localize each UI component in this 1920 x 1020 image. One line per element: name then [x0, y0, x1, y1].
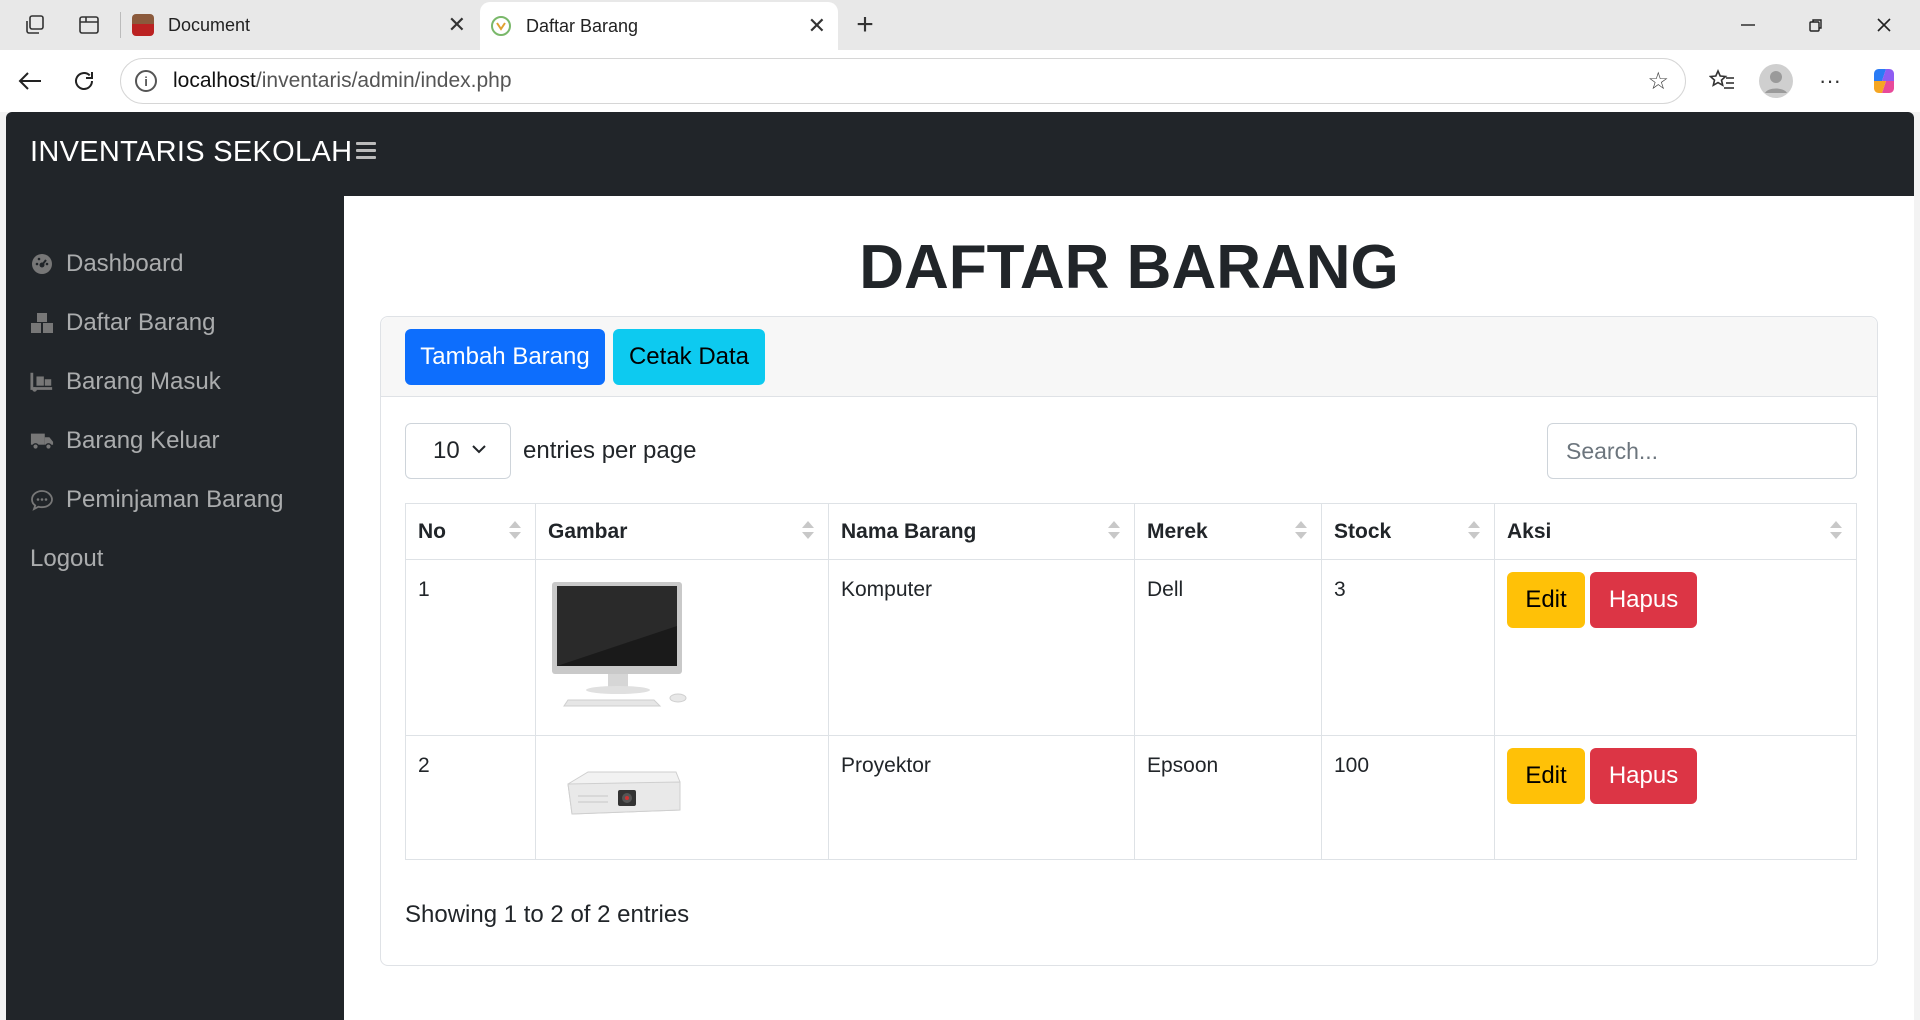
items-card: Tambah Barang Cetak Data 10 entries per …	[380, 316, 1878, 966]
sidebar-item-label: Daftar Barang	[66, 309, 216, 336]
main-content: DAFTAR BARANG Tambah Barang Cetak Data 1…	[344, 196, 1914, 1020]
tab-title: Daftar Barang	[526, 15, 639, 36]
browser-tab-bar: Document ✕ Daftar Barang ✕ +	[0, 0, 1920, 50]
computer-monitor-image	[548, 572, 698, 712]
sidebar-item-label: Logout	[30, 545, 104, 572]
site-info-icon[interactable]: i	[135, 70, 157, 92]
entries-per-page-select[interactable]: 10	[405, 423, 511, 479]
column-header-stock[interactable]: Stock	[1321, 503, 1495, 560]
table-row: 1 Komputer Dell 3 Edit Hapus	[405, 559, 1857, 736]
new-tab-icon[interactable]: +	[850, 8, 880, 42]
close-tab-icon[interactable]: ✕	[448, 12, 466, 38]
close-window-icon[interactable]	[1864, 10, 1904, 40]
sort-icon	[802, 521, 814, 543]
sort-icon	[1108, 521, 1120, 543]
navbar-brand[interactable]: INVENTARIS SEKOLAH	[30, 136, 352, 169]
tab-title: Document	[168, 14, 251, 35]
cell-nama-barang: Komputer	[828, 559, 1135, 736]
sort-icon	[509, 521, 521, 543]
cell-stock: 100	[1321, 735, 1495, 860]
search-input[interactable]	[1547, 423, 1857, 479]
url-bar[interactable]: i localhost/inventaris/admin/index.php ☆	[120, 58, 1686, 104]
delete-button[interactable]: Hapus	[1590, 572, 1697, 628]
sidebar-item-barang-keluar[interactable]: Barang Keluar	[30, 421, 219, 461]
card-header: Tambah Barang Cetak Data	[381, 317, 1877, 397]
cell-gambar	[535, 735, 829, 860]
url-path: /inventaris/admin/index.php	[255, 69, 512, 92]
favorites-icon[interactable]	[1704, 64, 1740, 98]
chat-icon	[30, 489, 54, 511]
minimize-icon[interactable]	[1728, 10, 1768, 40]
back-icon[interactable]	[12, 64, 48, 98]
cell-no: 1	[405, 559, 536, 736]
tab-divider	[120, 12, 121, 38]
workspaces-icon[interactable]	[20, 10, 50, 40]
cell-stock: 3	[1321, 559, 1495, 736]
cell-merek: Epsoon	[1134, 735, 1322, 860]
close-tab-icon[interactable]: ✕	[808, 13, 826, 39]
table-header-row: No Gambar Nama Barang Merek Stock Aksi	[405, 503, 1857, 560]
restore-icon[interactable]	[1796, 10, 1836, 40]
boxes-icon	[30, 312, 54, 334]
profile-avatar-icon[interactable]	[1758, 64, 1794, 98]
site-favicon-icon	[491, 16, 511, 36]
sidebar-item-daftar-barang[interactable]: Daftar Barang	[30, 303, 215, 343]
projector-image	[567, 771, 681, 815]
top-navbar: INVENTARIS SEKOLAH	[6, 112, 1914, 196]
dolly-icon	[30, 371, 54, 393]
edit-button[interactable]: Edit	[1507, 748, 1585, 804]
sidebar-item-dashboard[interactable]: Dashboard	[30, 244, 183, 284]
truck-icon	[30, 430, 54, 452]
tab-daftar-barang[interactable]: Daftar Barang ✕	[480, 2, 838, 50]
sidebar-item-label: Peminjaman Barang	[66, 486, 284, 513]
column-header-no[interactable]: No	[405, 503, 536, 560]
tab-document[interactable]: Document ✕	[122, 0, 478, 50]
cell-no: 2	[405, 735, 536, 860]
cell-aksi: Edit Hapus	[1494, 559, 1857, 736]
web-page: INVENTARIS SEKOLAH Dashboard Daftar Bara…	[6, 112, 1914, 1020]
url-host: localhost	[173, 69, 256, 92]
sort-icon	[1830, 521, 1842, 543]
avatar-favicon-icon	[132, 14, 154, 36]
dashboard-icon	[30, 253, 54, 275]
sidebar-toggle-icon[interactable]	[356, 142, 376, 163]
cell-gambar	[535, 559, 829, 736]
sidebar-item-peminjaman-barang[interactable]: Peminjaman Barang	[30, 480, 283, 520]
entries-value: 10	[433, 437, 460, 464]
column-header-nama-barang[interactable]: Nama Barang	[828, 503, 1135, 560]
page-title: DAFTAR BARANG	[859, 233, 1399, 302]
favorite-star-icon[interactable]: ☆	[1647, 67, 1669, 96]
tab-actions-icon[interactable]	[74, 10, 104, 40]
add-item-button[interactable]: Tambah Barang	[405, 329, 605, 385]
print-data-button[interactable]: Cetak Data	[613, 329, 765, 385]
sidebar-item-label: Dashboard	[66, 250, 184, 277]
chevron-down-icon	[472, 445, 486, 454]
sort-icon	[1468, 521, 1480, 543]
more-options-icon[interactable]: ···	[1812, 64, 1848, 98]
items-table: No Gambar Nama Barang Merek Stock Aksi 1	[405, 503, 1857, 860]
sidebar-item-logout[interactable]: Logout	[30, 539, 103, 579]
cell-aksi: Edit Hapus	[1494, 735, 1857, 860]
cell-merek: Dell	[1134, 559, 1322, 736]
column-header-aksi[interactable]: Aksi	[1494, 503, 1857, 560]
column-header-merek[interactable]: Merek	[1134, 503, 1322, 560]
sidebar-item-label: Barang Masuk	[66, 368, 221, 395]
table-row: 2 Proyektor Epsoon 100 Edit Hapus	[405, 735, 1857, 860]
column-header-gambar[interactable]: Gambar	[535, 503, 829, 560]
delete-button[interactable]: Hapus	[1590, 748, 1697, 804]
address-toolbar: i localhost/inventaris/admin/index.php ☆…	[0, 50, 1920, 112]
cell-nama-barang: Proyektor	[828, 735, 1135, 860]
sidebar-item-label: Barang Keluar	[66, 427, 220, 454]
sidebar-item-barang-masuk[interactable]: Barang Masuk	[30, 362, 221, 402]
table-info-text: Showing 1 to 2 of 2 entries	[405, 901, 690, 928]
entries-label: entries per page	[523, 437, 697, 464]
reload-icon[interactable]	[66, 64, 102, 98]
sidebar: Dashboard Daftar Barang Barang Masuk Bar…	[6, 196, 344, 1020]
edit-button[interactable]: Edit	[1507, 572, 1585, 628]
sort-icon	[1295, 521, 1307, 543]
copilot-icon[interactable]	[1866, 64, 1902, 98]
